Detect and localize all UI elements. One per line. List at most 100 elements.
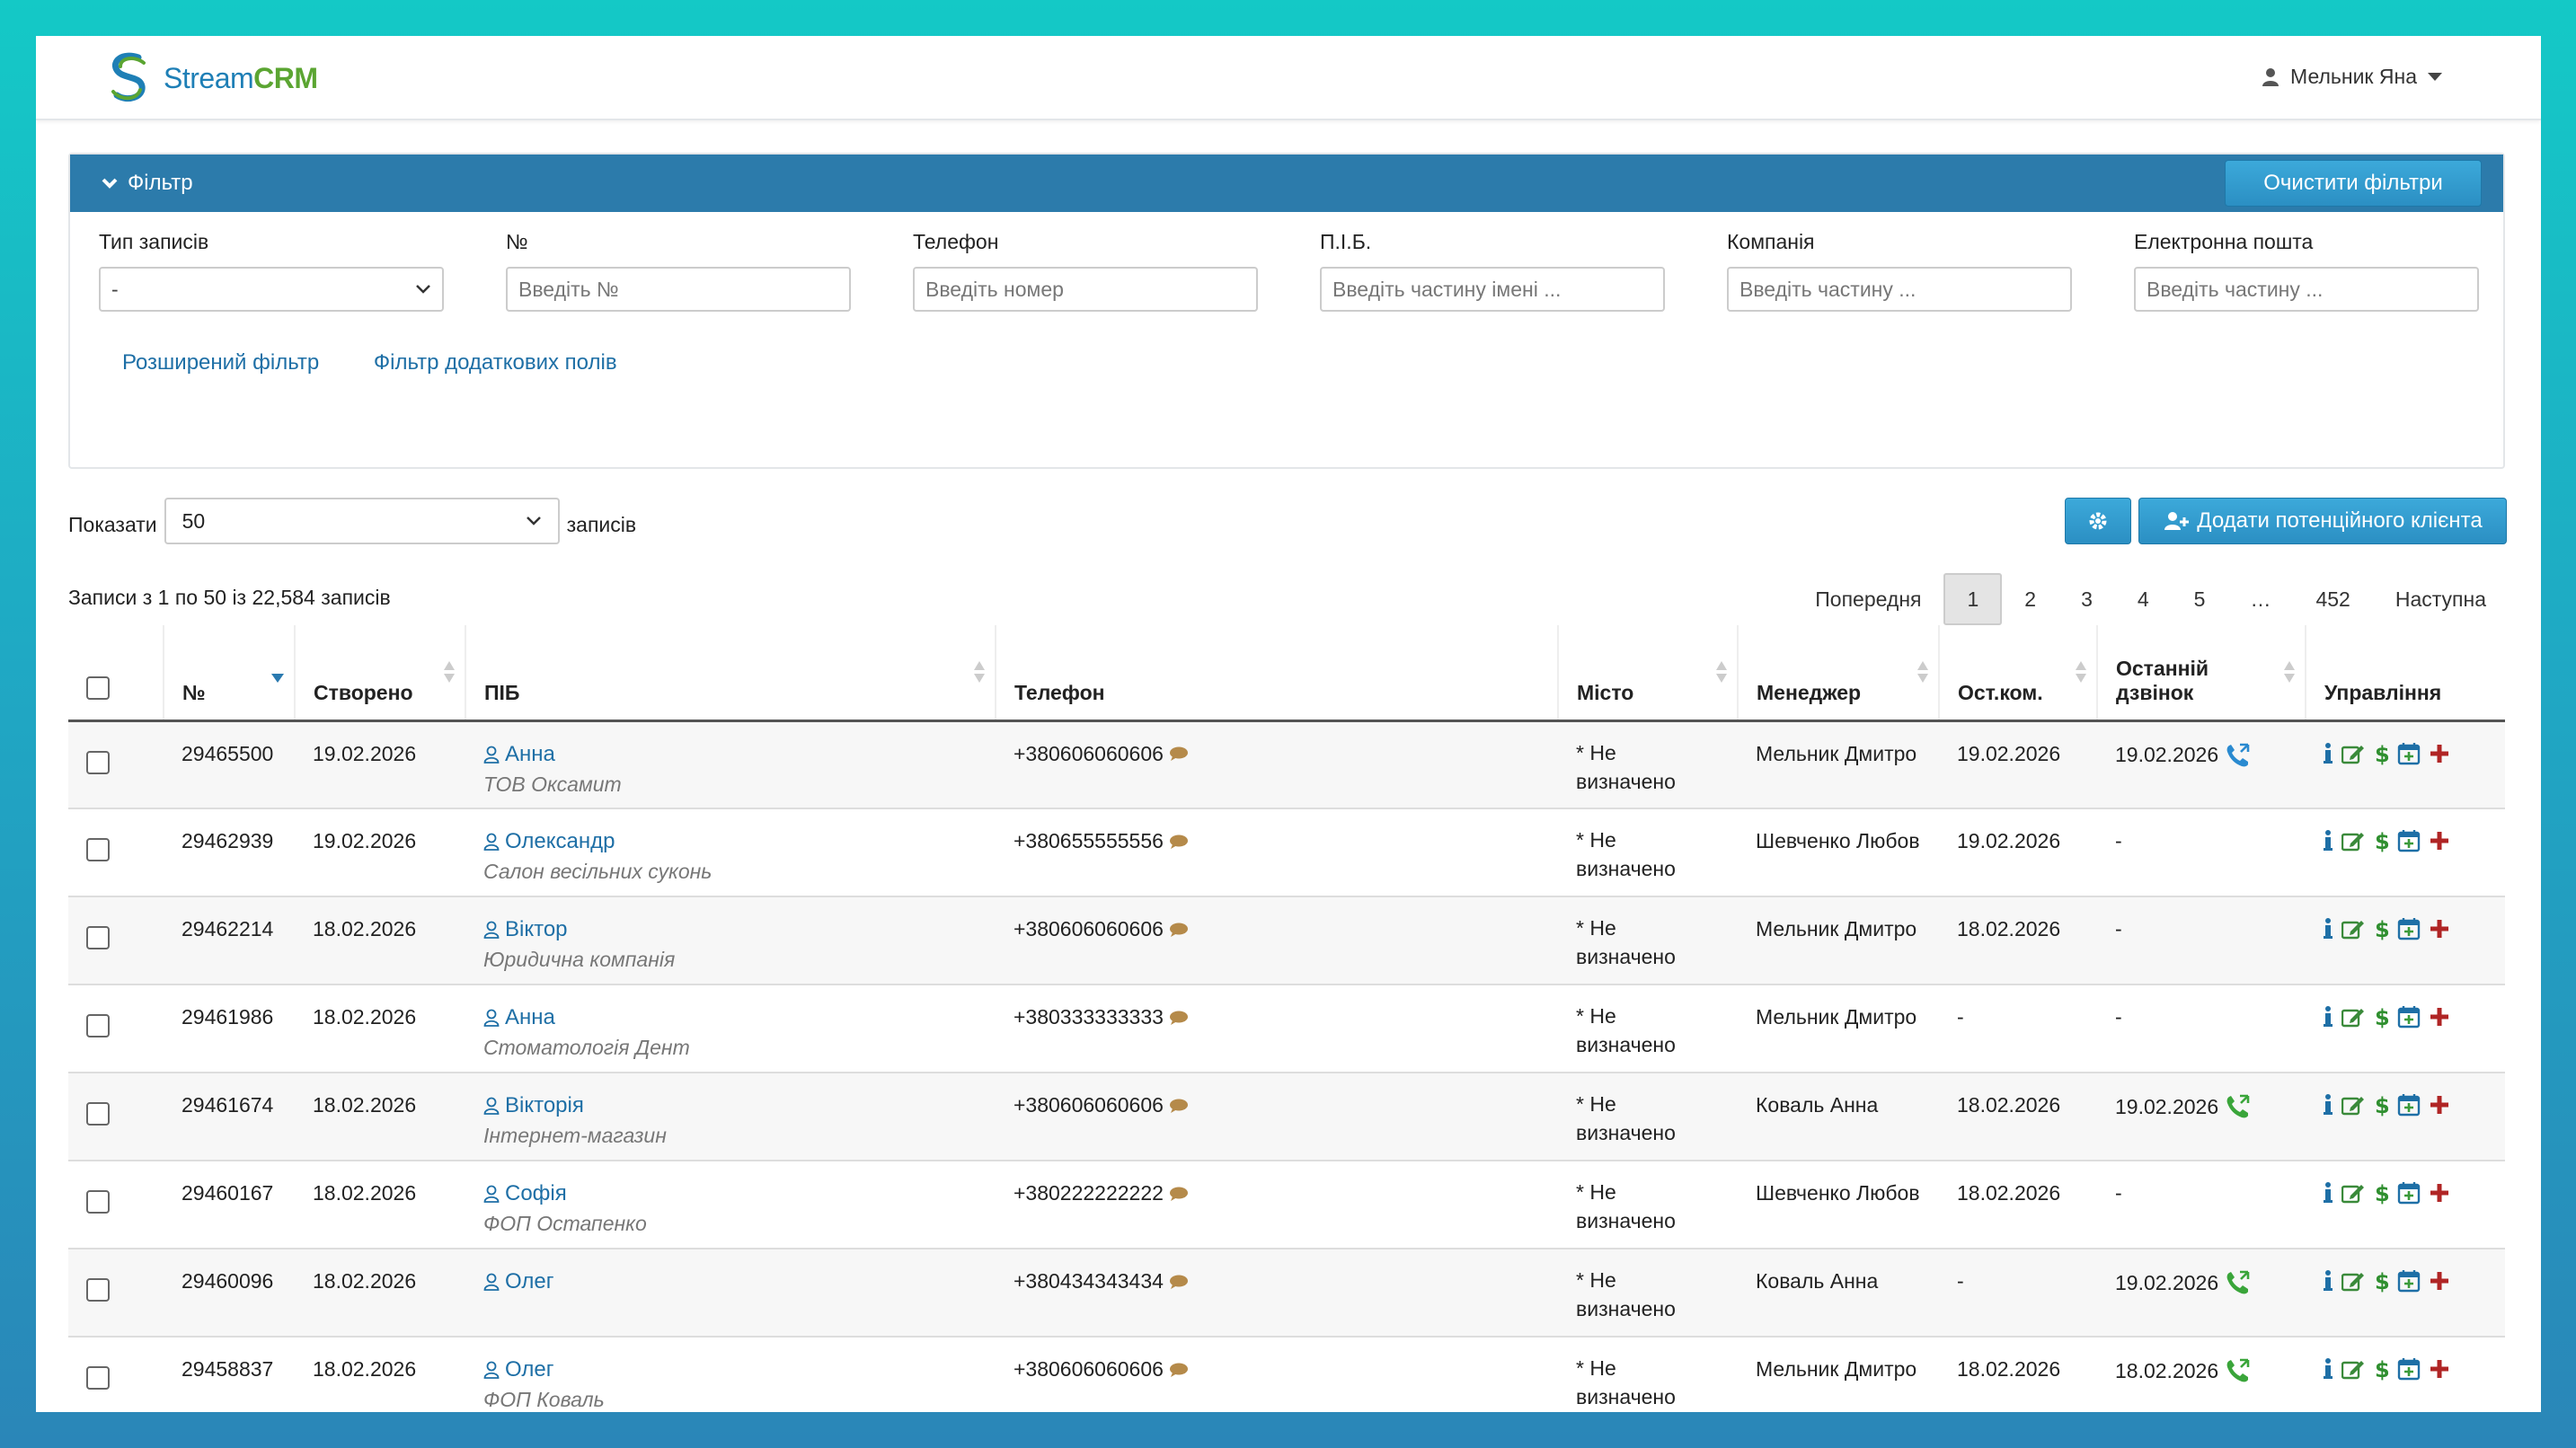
col-created[interactable]: Створено [295, 625, 466, 722]
clear-filters-button[interactable]: Очистити фільтри [2225, 160, 2482, 207]
chat-bubble-icon[interactable] [1169, 834, 1189, 849]
info-icon[interactable] [2324, 742, 2333, 764]
client-phone[interactable]: +380606060606 [1014, 1357, 1164, 1382]
pager-page-1[interactable]: 1 [1943, 573, 2003, 625]
chat-bubble-icon[interactable] [1169, 1187, 1189, 1201]
calendar-add-icon[interactable] [2397, 1357, 2421, 1381]
edit-icon[interactable] [2341, 830, 2365, 852]
calendar-add-icon[interactable] [2397, 1005, 2421, 1029]
select-all-checkbox[interactable] [86, 675, 110, 700]
chat-bubble-icon[interactable] [1169, 1099, 1189, 1113]
pager-page-last[interactable]: 452 [2293, 573, 2372, 625]
phone-incoming-icon[interactable] [2224, 742, 2251, 769]
table-row[interactable]: 29460167 18.02.2026 Софія ФОП Остапенко … [68, 1161, 2505, 1249]
table-row[interactable]: 29462214 18.02.2026 Віктор Юридична комп… [68, 896, 2505, 985]
col-manager[interactable]: Менеджер [1738, 625, 1940, 722]
add-lead-button[interactable]: Додати потенційного клієнта [2138, 498, 2507, 544]
table-row[interactable]: 29462939 19.02.2026 Олександр Салон весі… [68, 808, 2505, 897]
plus-icon[interactable] [2430, 1095, 2449, 1115]
pager-page-5[interactable]: 5 [2172, 573, 2228, 625]
calendar-add-icon[interactable] [2397, 829, 2421, 852]
plus-icon[interactable] [2430, 1183, 2449, 1203]
info-icon[interactable] [2324, 1006, 2333, 1028]
edit-icon[interactable] [2341, 918, 2365, 940]
advanced-filter-link[interactable]: Розширений фільтр [122, 350, 319, 375]
client-name-link[interactable]: Вікторія [483, 1093, 996, 1118]
chat-bubble-icon[interactable] [1169, 746, 1189, 761]
info-icon[interactable] [2324, 1182, 2333, 1204]
col-number[interactable]: № [164, 625, 296, 722]
col-city[interactable]: Місто [1558, 625, 1739, 722]
row-checkbox[interactable] [86, 1014, 110, 1037]
pager-page-2[interactable]: 2 [2002, 573, 2058, 625]
row-checkbox[interactable] [86, 750, 110, 774]
plus-icon[interactable] [2430, 831, 2449, 851]
client-phone[interactable]: +380333333333 [1014, 1005, 1164, 1029]
chat-bubble-icon[interactable] [1169, 923, 1189, 937]
record-type-select[interactable]: - [99, 267, 444, 312]
email-input[interactable] [2134, 267, 2479, 312]
row-checkbox[interactable] [86, 1366, 110, 1390]
row-checkbox[interactable] [86, 838, 110, 861]
table-row[interactable]: 29465500 19.02.2026 Анна ТОВ Оксамит +38… [68, 720, 2505, 809]
filter-header[interactable]: Фільтр Очистити фільтри [70, 155, 2503, 212]
user-menu[interactable]: Мельник Яна [2262, 65, 2442, 89]
client-phone[interactable]: +380222222222 [1014, 1181, 1164, 1205]
info-icon[interactable] [2324, 1270, 2333, 1292]
edit-icon[interactable] [2341, 743, 2365, 764]
row-checkbox[interactable] [86, 926, 110, 949]
pager-next[interactable]: Наступна [2373, 573, 2509, 625]
dollar-icon[interactable]: $ [2374, 1093, 2388, 1117]
table-row[interactable]: 29458837 18.02.2026 Олег ФОП Коваль +380… [68, 1337, 2505, 1412]
info-icon[interactable] [2324, 1358, 2333, 1380]
col-pib[interactable]: ПІБ [465, 625, 996, 722]
phone-outgoing-icon[interactable] [2224, 1269, 2251, 1296]
chat-bubble-icon[interactable] [1169, 1275, 1189, 1289]
phone-input[interactable] [913, 267, 1258, 312]
client-phone[interactable]: +380606060606 [1014, 1093, 1164, 1117]
client-name-link[interactable]: Віктор [483, 917, 996, 942]
client-phone[interactable]: +380606060606 [1014, 917, 1164, 941]
calendar-add-icon[interactable] [2397, 1093, 2421, 1117]
number-input[interactable] [506, 267, 851, 312]
company-input[interactable] [1727, 267, 2072, 312]
dollar-icon[interactable]: $ [2374, 829, 2388, 852]
phone-outgoing-icon[interactable] [2224, 1357, 2251, 1384]
pager-prev[interactable]: Попередня [1793, 573, 1943, 625]
row-checkbox[interactable] [86, 1278, 110, 1302]
table-row[interactable]: 29461986 18.02.2026 Анна Стоматологія Де… [68, 984, 2505, 1073]
dollar-icon[interactable]: $ [2374, 1269, 2388, 1293]
dollar-icon[interactable]: $ [2374, 1357, 2388, 1381]
client-phone[interactable]: +380655555556 [1014, 829, 1164, 853]
plus-icon[interactable] [2430, 1007, 2449, 1027]
table-settings-button[interactable] [2065, 498, 2131, 544]
plus-icon[interactable] [2430, 1359, 2449, 1379]
dollar-icon[interactable]: $ [2374, 742, 2388, 765]
edit-icon[interactable] [2341, 1270, 2365, 1292]
client-name-link[interactable]: Анна [483, 1005, 996, 1030]
client-name-link[interactable]: Анна [483, 742, 996, 767]
brand-logo[interactable]: StreamCRM [104, 50, 318, 106]
pager-page-4[interactable]: 4 [2115, 573, 2172, 625]
row-checkbox[interactable] [86, 1102, 110, 1126]
row-checkbox[interactable] [86, 1190, 110, 1214]
dollar-icon[interactable]: $ [2374, 1181, 2388, 1205]
calendar-add-icon[interactable] [2397, 742, 2421, 765]
client-name-link[interactable]: Софія [483, 1181, 996, 1206]
table-row[interactable]: 29461674 18.02.2026 Вікторія Інтернет-ма… [68, 1073, 2505, 1161]
client-name-link[interactable]: Олег [483, 1357, 996, 1382]
page-size-select[interactable]: 50 [164, 498, 560, 544]
table-row[interactable]: 29460096 18.02.2026 Олег +380434343434 * [68, 1249, 2505, 1338]
edit-icon[interactable] [2341, 1358, 2365, 1380]
client-phone[interactable]: +380434343434 [1014, 1269, 1164, 1293]
col-last-comm[interactable]: Ост.ком. [1939, 625, 2098, 722]
pager-page-3[interactable]: 3 [2058, 573, 2115, 625]
dollar-icon[interactable]: $ [2374, 1005, 2388, 1029]
calendar-add-icon[interactable] [2397, 1181, 2421, 1205]
edit-icon[interactable] [2341, 1182, 2365, 1204]
extra-fields-filter-link[interactable]: Фільтр додаткових полів [374, 350, 617, 375]
plus-icon[interactable] [2430, 1271, 2449, 1291]
name-input[interactable] [1320, 267, 1665, 312]
calendar-add-icon[interactable] [2397, 917, 2421, 940]
col-last-call[interactable]: Останній дзвінок [2097, 625, 2306, 722]
